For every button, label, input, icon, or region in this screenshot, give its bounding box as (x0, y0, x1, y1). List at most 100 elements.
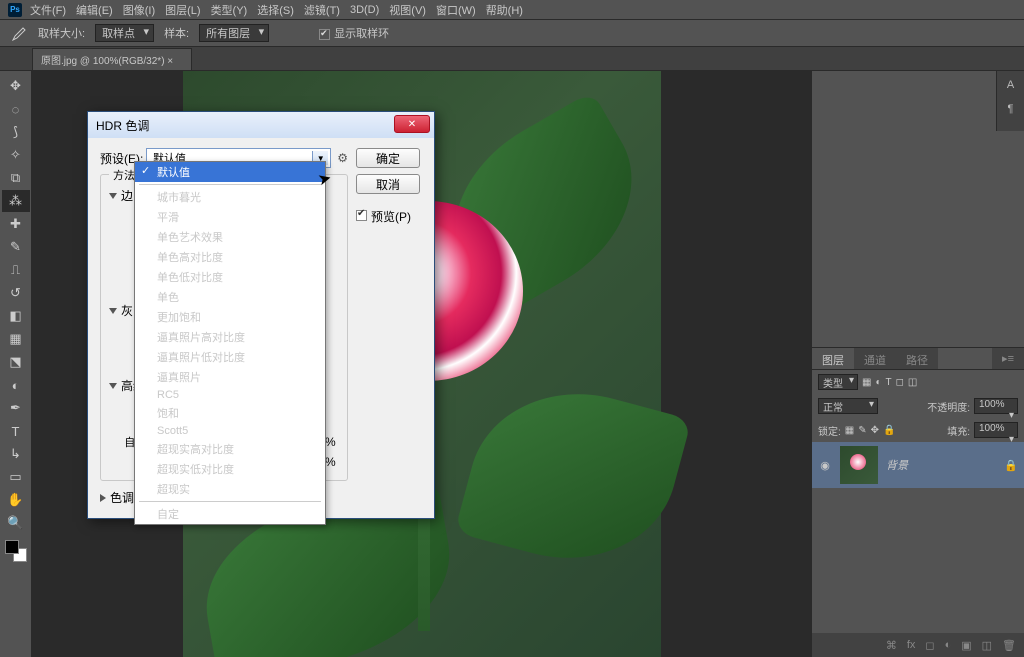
menu-select[interactable]: 选择(S) (257, 2, 294, 18)
preset-option-custom[interactable]: 自定 (135, 504, 325, 524)
preset-option[interactable]: 单色高对比度 (135, 247, 325, 267)
sample-size-label: 取样大小: (38, 25, 85, 41)
eraser-tool[interactable]: ◧ (2, 305, 30, 327)
wand-tool[interactable]: ✧ (2, 144, 30, 166)
move-tool[interactable]: ✥ (2, 75, 30, 97)
path-tool[interactable]: ↳ (2, 443, 30, 465)
preset-option[interactable]: 逼真照片低对比度 (135, 347, 325, 367)
eyedropper-icon[interactable] (8, 24, 28, 42)
heal-tool[interactable]: ✚ (2, 213, 30, 235)
preset-option[interactable]: 超现实低对比度 (135, 459, 325, 479)
brush-tool[interactable]: ✎ (2, 236, 30, 258)
preset-option[interactable]: 城市暮光 (135, 187, 325, 207)
tab-layers[interactable]: 图层 (812, 348, 854, 369)
delete-icon[interactable]: 🗑 (1002, 639, 1016, 652)
menu-view[interactable]: 视图(V) (389, 2, 426, 18)
dialog-titlebar[interactable]: HDR 色调 ✕ (88, 112, 434, 138)
visibility-icon[interactable]: ◉ (818, 459, 832, 472)
menu-file[interactable]: 文件(F) (30, 2, 66, 18)
marquee-tool[interactable]: ◌ (2, 98, 30, 120)
toolbox: ✥ ◌ ⟆ ✧ ⧉ ⁂ ✚ ✎ ⎍ ↺ ◧ ▦ ⬔ ◐ ✒ T ↳ ▭ ✋ 🔍 (0, 71, 32, 657)
preset-option-default[interactable]: 默认值 (135, 162, 325, 182)
menu-image[interactable]: 图像(I) (123, 2, 155, 18)
layers-footer: ⌘ fx ◻ ◐ ▣ ◫ 🗑 (812, 633, 1024, 657)
blend-mode[interactable]: 正常 (818, 398, 878, 414)
hand-tool[interactable]: ✋ (2, 489, 30, 511)
preset-option[interactable]: 饱和 (135, 403, 325, 423)
preset-option[interactable]: 超现实 (135, 479, 325, 499)
sample-size-select[interactable]: 取样点 (95, 24, 154, 42)
document-tab-bar: 原图.jpg @ 100%(RGB/32*) × (0, 47, 1024, 71)
pen-tool[interactable]: ✒ (2, 397, 30, 419)
filter-type-icon[interactable]: T (886, 377, 892, 388)
preset-option[interactable]: 逼真照片 (135, 367, 325, 387)
preset-option[interactable]: 单色低对比度 (135, 267, 325, 287)
preset-option[interactable]: Scott5 (135, 423, 325, 439)
adjustment-icon[interactable]: ◐ (945, 639, 952, 651)
menu-window[interactable]: 窗口(W) (436, 2, 476, 18)
stamp-tool[interactable]: ⎍ (2, 259, 30, 281)
fill-value[interactable]: 100% (974, 422, 1018, 438)
document-tab[interactable]: 原图.jpg @ 100%(RGB/32*) × (32, 48, 192, 70)
new-layer-icon[interactable]: ◫ (982, 639, 992, 652)
color-swatches[interactable] (5, 540, 27, 562)
link-icon[interactable]: ⌘ (886, 639, 897, 652)
close-button[interactable]: ✕ (394, 115, 430, 133)
filter-pixel-icon[interactable]: ▦ (862, 377, 871, 388)
character-panel-icon[interactable]: A (999, 75, 1023, 95)
mask-icon[interactable]: ◻ (925, 639, 934, 652)
type-tool[interactable]: T (2, 420, 30, 442)
layer-name[interactable]: 背景 (886, 457, 1004, 473)
blur-tool[interactable]: ⬔ (2, 351, 30, 373)
preset-option[interactable]: 更加饱和 (135, 307, 325, 327)
menu-help[interactable]: 帮助(H) (486, 2, 523, 18)
menu-layer[interactable]: 图层(L) (165, 2, 200, 18)
lock-transparent-icon[interactable]: ▦ (845, 425, 854, 436)
gradient-tool[interactable]: ▦ (2, 328, 30, 350)
filter-adjust-icon[interactable]: ◐ (875, 377, 881, 388)
menu-filter[interactable]: 滤镜(T) (304, 2, 340, 18)
opacity-label: 不透明度: (927, 399, 970, 414)
eyedropper-tool[interactable]: ⁂ (2, 190, 30, 212)
sample-mode-select[interactable]: 所有图层 (199, 24, 269, 42)
tab-paths[interactable]: 路径 (896, 348, 938, 369)
gear-icon[interactable]: ⚙ (337, 151, 348, 165)
right-dock: A ¶ 图层 通道 路径 ▸≡ 类型 ▦ ◐ T ◻ ◫ 正常 不透明度: 10… (812, 71, 1024, 657)
filter-shape-icon[interactable]: ◻ (896, 377, 904, 388)
paragraph-panel-icon[interactable]: ¶ (999, 99, 1023, 119)
ok-button[interactable]: 确定 (356, 148, 420, 168)
history-brush-tool[interactable]: ↺ (2, 282, 30, 304)
lock-label: 锁定: (818, 423, 841, 438)
lock-all-icon[interactable]: 🔒 (883, 425, 895, 436)
fx-icon[interactable]: fx (907, 639, 916, 651)
sample-mode-label: 样本: (164, 25, 189, 41)
preset-option[interactable]: 单色艺术效果 (135, 227, 325, 247)
preset-option[interactable]: RC5 (135, 387, 325, 403)
filter-smart-icon[interactable]: ◫ (908, 377, 917, 388)
menu-3d[interactable]: 3D(D) (350, 4, 379, 16)
menu-edit[interactable]: 编辑(E) (76, 2, 113, 18)
preview-checkbox[interactable]: 预览(P) (356, 208, 426, 225)
preset-option[interactable]: 平滑 (135, 207, 325, 227)
layer-thumbnail[interactable] (840, 446, 878, 484)
menu-type[interactable]: 类型(Y) (211, 2, 248, 18)
layer-row-background[interactable]: ◉ 背景 🔒 (812, 442, 1024, 488)
shape-tool[interactable]: ▭ (2, 466, 30, 488)
panel-menu-icon[interactable]: ▸≡ (992, 348, 1024, 369)
cancel-button[interactable]: 取消 (356, 174, 420, 194)
lasso-tool[interactable]: ⟆ (2, 121, 30, 143)
zoom-tool[interactable]: 🔍 (2, 512, 30, 534)
preset-option[interactable]: 逼真照片高对比度 (135, 327, 325, 347)
tab-channels[interactable]: 通道 (854, 348, 896, 369)
preset-option[interactable]: 单色 (135, 287, 325, 307)
crop-tool[interactable]: ⧉ (2, 167, 30, 189)
lock-move-icon[interactable]: ✥ (871, 425, 879, 436)
preset-option[interactable]: 超现实高对比度 (135, 439, 325, 459)
show-ring-checkbox[interactable]: 显示取样环 (319, 25, 389, 41)
opacity-value[interactable]: 100% (974, 398, 1018, 414)
group-icon[interactable]: ▣ (961, 639, 971, 652)
dodge-tool[interactable]: ◐ (2, 374, 30, 396)
filter-kind[interactable]: 类型 (818, 374, 858, 390)
lock-paint-icon[interactable]: ✎ (858, 425, 866, 436)
menubar: Ps 文件(F) 编辑(E) 图像(I) 图层(L) 类型(Y) 选择(S) 滤… (0, 0, 1024, 20)
